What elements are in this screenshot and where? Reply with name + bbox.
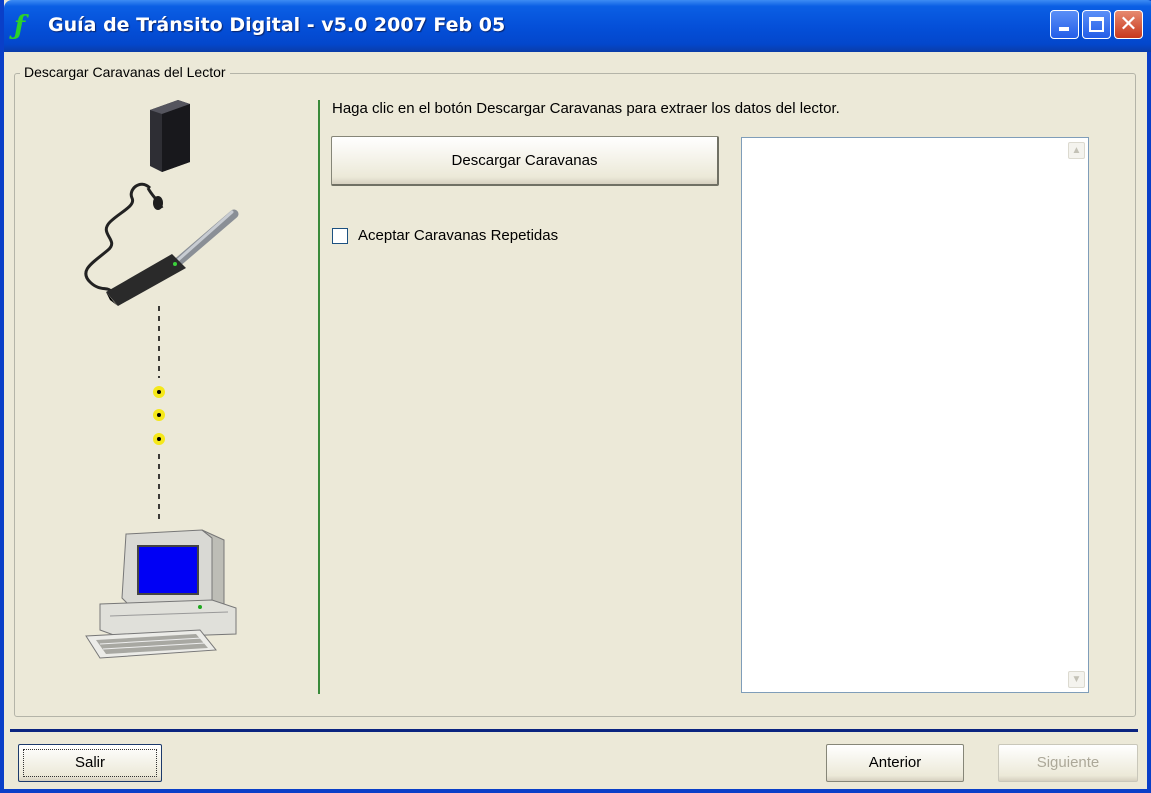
illustration-panel bbox=[84, 100, 239, 659]
close-button[interactable]: ✕ bbox=[1114, 10, 1143, 39]
scroll-up-icon[interactable]: ▲ bbox=[1068, 142, 1085, 159]
download-caravanas-button[interactable]: Descargar Caravanas bbox=[331, 136, 719, 186]
minimize-button[interactable] bbox=[1050, 10, 1079, 39]
close-icon: ✕ bbox=[1119, 12, 1138, 37]
computer-icon bbox=[85, 529, 237, 659]
accept-repeated-checkbox[interactable] bbox=[332, 228, 348, 244]
vertical-divider bbox=[318, 100, 320, 694]
exit-button-label: Salir bbox=[74, 754, 105, 771]
next-button[interactable]: Siguiente bbox=[998, 744, 1138, 782]
accept-repeated-label[interactable]: Aceptar Caravanas Repetidas bbox=[358, 227, 558, 244]
footer-separator bbox=[10, 729, 1138, 732]
caravanas-list[interactable]: ▲ ▼ bbox=[741, 137, 1089, 693]
wand-reader-icon bbox=[84, 182, 239, 306]
reader-box-icon bbox=[150, 100, 190, 172]
connection-dots bbox=[153, 306, 165, 520]
maximize-button[interactable] bbox=[1082, 10, 1111, 39]
maximize-icon bbox=[1089, 17, 1104, 32]
back-button[interactable]: Anterior bbox=[826, 744, 964, 782]
scroll-down-icon[interactable]: ▼ bbox=[1068, 671, 1085, 688]
instructions-text: Haga clic en el botón Descargar Caravana… bbox=[332, 100, 840, 117]
exit-button[interactable]: Salir bbox=[18, 744, 162, 782]
minimize-icon bbox=[1059, 27, 1069, 31]
